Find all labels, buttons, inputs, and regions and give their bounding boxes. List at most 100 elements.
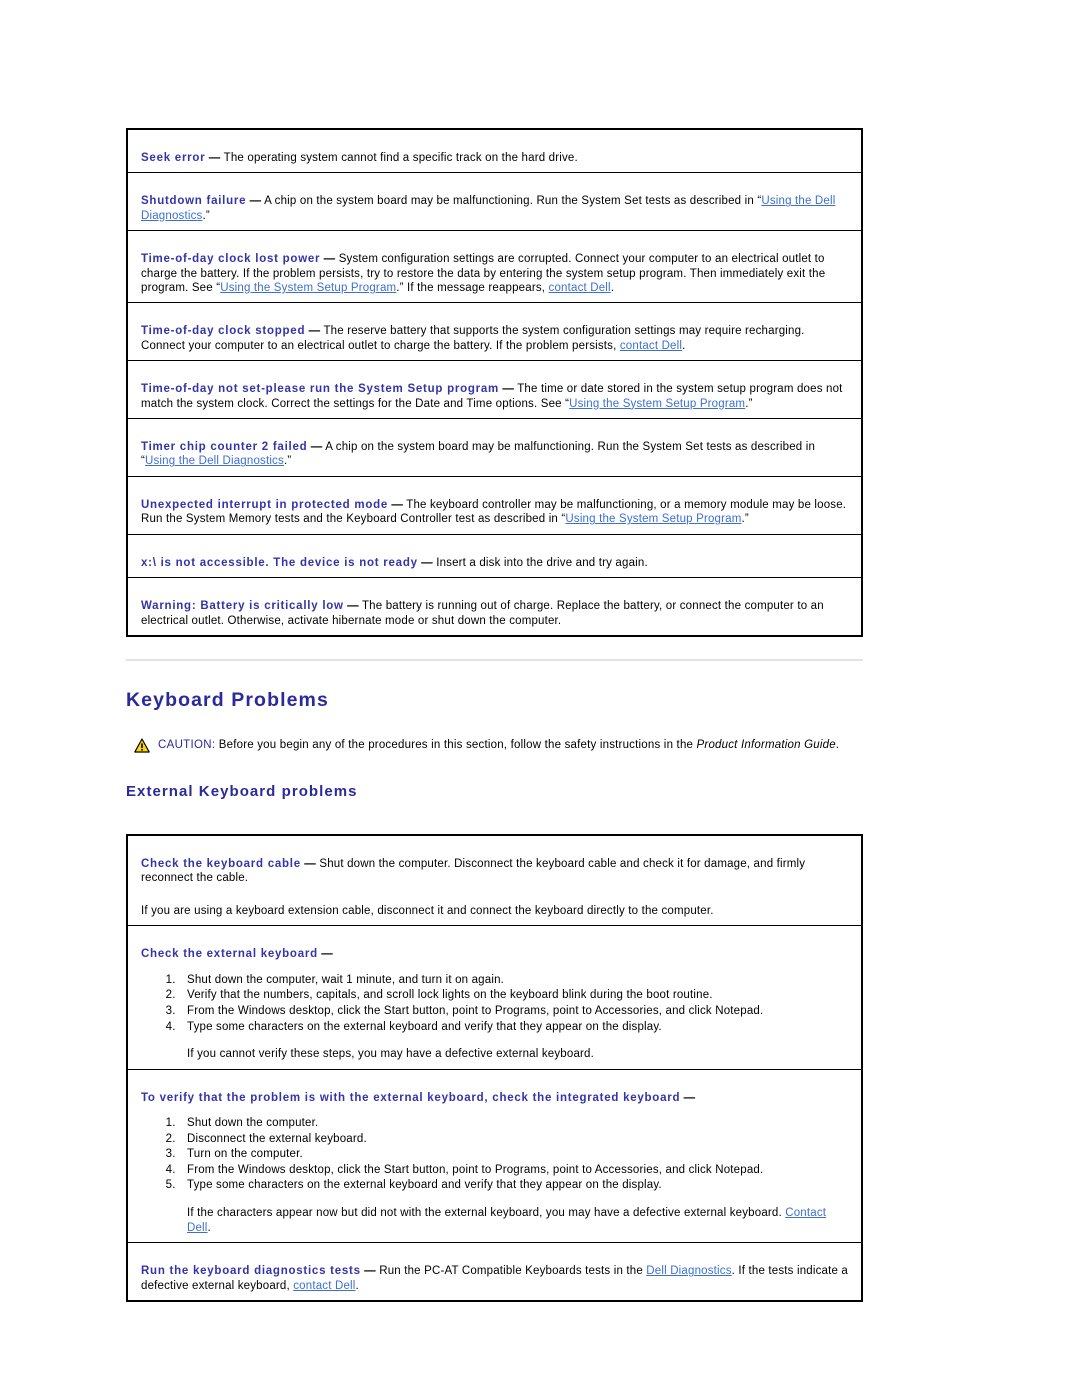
body-text: .”: [745, 397, 753, 410]
em-dash: —: [343, 600, 359, 613]
message-paragraph: Shutdown failure — A chip on the system …: [141, 194, 848, 223]
body-text: .”: [741, 513, 749, 526]
message-term: Warning: Battery is critically low: [141, 600, 344, 613]
doc-link[interactable]: contact Dell: [620, 340, 682, 352]
table-cell: To verify that the problem is with the e…: [127, 1068, 862, 1244]
em-dash: —: [360, 1265, 376, 1278]
message-paragraph: Timer chip counter 2 failed — A chip on …: [141, 440, 848, 469]
doc-link[interactable]: Using the System Setup Program: [565, 513, 741, 525]
message-paragraph: To verify that the problem is with the e…: [141, 1091, 848, 1105]
message-paragraph: Check the external keyboard —: [141, 947, 848, 961]
table-row: To verify that the problem is with the e…: [127, 1068, 862, 1244]
table-cell: Warning: Battery is critically low — The…: [127, 577, 862, 636]
table-row: Seek error — The operating system cannot…: [127, 129, 862, 174]
page-content: Seek error — The operating system cannot…: [126, 128, 863, 1303]
body-text: .”: [202, 209, 210, 222]
table-row: Warning: Battery is critically low — The…: [127, 577, 862, 636]
message-term: Seek error: [141, 152, 206, 164]
table-row: Time-of-day clock lost power — System co…: [127, 230, 862, 304]
em-dash: —: [680, 1091, 696, 1104]
extra-paragraph: If you are using a keyboard extension ca…: [141, 904, 714, 917]
table-row: Unexpected interrupt in protected mode —…: [127, 475, 862, 535]
table-cell: x:\ is not accessible. The device is not…: [127, 533, 862, 579]
after-list-note: If the characters appear now but did not…: [187, 1206, 848, 1235]
body-text: Run the PC-AT Compatible Keyboards tests…: [375, 1265, 647, 1278]
section-divider: [126, 658, 863, 661]
caution-guide-name: Product Information Guide: [696, 738, 836, 751]
em-dash: —: [320, 253, 336, 266]
em-dash: —: [246, 195, 262, 208]
table-cell: Time-of-day clock stopped — The reserve …: [127, 302, 862, 362]
table-cell: Check the keyboard cable — Shut down the…: [127, 834, 862, 927]
message-term: Timer chip counter 2 failed: [141, 441, 308, 454]
table-row: Run the keyboard diagnostics tests — Run…: [127, 1242, 862, 1302]
em-dash: —: [317, 948, 333, 961]
body-text: The operating system cannot find a speci…: [220, 152, 578, 164]
table-cell: Time-of-day not set-please run the Syste…: [127, 360, 862, 420]
em-dash: —: [388, 498, 404, 511]
message-term: Check the external keyboard: [141, 948, 318, 961]
body-text: .: [682, 339, 686, 352]
doc-link[interactable]: Using the System Setup Program: [569, 398, 745, 410]
message-paragraph: Seek error — The operating system cannot…: [141, 151, 848, 165]
body-text: If the characters appear now but did not…: [187, 1207, 786, 1220]
list-item: From the Windows desktop, click the Star…: [179, 1004, 848, 1019]
caution-note: CAUTION: Before you begin any of the pro…: [134, 738, 863, 753]
message-term: Shutdown failure: [141, 195, 247, 208]
table-row: x:\ is not accessible. The device is not…: [127, 533, 862, 579]
message-paragraph: Unexpected interrupt in protected mode —…: [141, 498, 848, 527]
message-term: To verify that the problem is with the e…: [141, 1091, 681, 1104]
message-paragraph: Run the keyboard diagnostics tests — Run…: [141, 1264, 848, 1293]
message-term: Time-of-day clock stopped: [141, 325, 306, 338]
list-item: Shut down the computer.: [179, 1116, 848, 1131]
body-text: .”: [283, 455, 292, 468]
message-term: Time-of-day clock lost power: [141, 253, 321, 266]
table-row: Check the external keyboard — Shut down t…: [127, 925, 862, 1070]
subsection-title: External Keyboard problems: [126, 782, 358, 800]
message-term: Unexpected interrupt in protected mode: [141, 498, 389, 511]
em-dash: —: [499, 383, 515, 396]
table-row: Timer chip counter 2 failed — A chip on …: [127, 418, 862, 477]
list-item: Disconnect the external keyboard.: [179, 1132, 848, 1147]
message-term: Run the keyboard diagnostics tests: [141, 1265, 361, 1278]
message-paragraph: Check the keyboard cable — Shut down the…: [141, 857, 848, 886]
body-text: .: [355, 1279, 359, 1292]
doc-link[interactable]: contact Dell: [293, 1280, 355, 1292]
body-text: Insert a disk into the drive and try aga…: [432, 556, 648, 569]
message-paragraph: Time-of-day not set-please run the Syste…: [141, 382, 848, 411]
message-paragraph: Time-of-day clock stopped — The reserve …: [141, 324, 848, 353]
doc-link[interactable]: Using the Dell Diagnostics: [145, 455, 284, 467]
em-dash: —: [205, 152, 221, 164]
doc-link[interactable]: Dell Diagnostics: [646, 1265, 731, 1277]
table-row: Shutdown failure — A chip on the system …: [127, 172, 862, 232]
doc-link[interactable]: contact Dell: [549, 282, 611, 294]
message-paragraph: x:\ is not accessible. The device is not…: [141, 556, 848, 570]
table-cell: Timer chip counter 2 failed — A chip on …: [127, 418, 862, 477]
page-title: Keyboard Problems: [126, 688, 329, 711]
caution-text-before: Before you begin any of the procedures i…: [215, 738, 697, 751]
caution-text-after: .: [835, 738, 840, 751]
message-term: Time-of-day not set-please run the Syste…: [141, 383, 499, 396]
caution-triangle-icon: [134, 738, 150, 753]
table-cell: Run the keyboard diagnostics tests — Run…: [127, 1242, 862, 1302]
message-term: Check the keyboard cable: [141, 857, 301, 870]
table-cell: Time-of-day clock lost power — System co…: [127, 230, 862, 304]
list-item: Type some characters on the external key…: [179, 1178, 848, 1193]
steps-list: Shut down the computer.Disconnect the ex…: [141, 1116, 848, 1193]
em-dash: —: [307, 441, 323, 454]
list-item: Verify that the numbers, capitals, and s…: [179, 988, 848, 1003]
doc-link[interactable]: Using the System Setup Program: [220, 282, 396, 294]
table-row: Time-of-day clock stopped — The reserve …: [127, 302, 862, 362]
after-list-note: If you cannot verify these steps, you ma…: [187, 1048, 594, 1061]
caution-label: CAUTION:: [158, 738, 216, 751]
document-page: Seek error — The operating system cannot…: [0, 0, 1080, 1397]
table-cell: Unexpected interrupt in protected mode —…: [127, 475, 862, 535]
body-text: .: [610, 282, 615, 295]
message-term: x:\ is not accessible. The device is not…: [141, 556, 418, 569]
em-dash: —: [305, 325, 321, 338]
table-cell: Shutdown failure — A chip on the system …: [127, 172, 862, 232]
table-row: Check the keyboard cable — Shut down the…: [127, 834, 862, 927]
error-messages-table: Seek error — The operating system cannot…: [126, 128, 863, 637]
list-item: From the Windows desktop, click the Star…: [179, 1163, 848, 1178]
body-text: A chip on the system board may be malfun…: [261, 195, 762, 208]
